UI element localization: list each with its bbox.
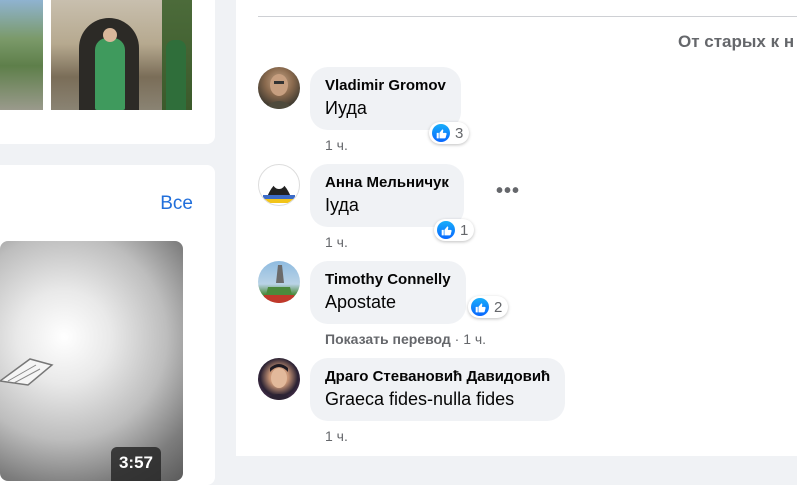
like-icon xyxy=(471,298,489,316)
reactions-count[interactable]: 1 xyxy=(434,219,475,241)
meta-separator: · xyxy=(450,331,464,347)
photo-thumbnail[interactable] xyxy=(51,0,192,110)
comment-text: Иуда xyxy=(325,98,367,118)
divider xyxy=(258,16,797,17)
comment-sort-dropdown[interactable]: От старых к н xyxy=(678,32,794,52)
avatar[interactable] xyxy=(258,67,300,109)
avatar[interactable] xyxy=(258,261,300,303)
video-thumbnail[interactable]: 3:57 xyxy=(0,241,183,481)
comment-text: Іуда xyxy=(325,195,359,215)
reactions-count[interactable]: 3 xyxy=(429,122,470,144)
reactions-number: 3 xyxy=(455,124,464,142)
comment-timestamp[interactable]: 1 ч. xyxy=(325,428,348,444)
comment-meta: Показать перевод · 1 ч. xyxy=(325,331,486,347)
comment-author[interactable]: Timothy Connelly xyxy=(325,270,451,290)
videos-card: Все 3:57 xyxy=(0,165,215,485)
avatar[interactable] xyxy=(258,358,300,400)
comment-bubble: Timothy Connelly Apostate xyxy=(310,261,466,324)
comment-timestamp[interactable]: 1 ч. xyxy=(463,331,486,347)
like-icon xyxy=(432,124,450,142)
hands-image xyxy=(0,358,54,386)
comment-author[interactable]: Драго Стевановић Давидовић xyxy=(325,367,550,387)
reactions-number: 2 xyxy=(494,298,503,316)
more-options-icon[interactable]: ••• xyxy=(496,180,520,203)
avatar[interactable] xyxy=(258,164,300,206)
like-icon xyxy=(437,221,455,239)
comment-meta: 1 ч. xyxy=(325,234,348,250)
comment-bubble: Vladimir Gromov Иуда xyxy=(310,67,461,130)
comment-timestamp[interactable]: 1 ч. xyxy=(325,234,348,250)
video-duration-badge: 3:57 xyxy=(110,447,161,481)
photo-thumbnail[interactable] xyxy=(0,0,43,110)
comment-bubble: Драго Стевановић Давидовић Graeca fides-… xyxy=(310,358,566,421)
comment-text: Apostate xyxy=(325,292,397,312)
comment-bubble: Анна Мельничук Іуда xyxy=(310,164,464,227)
photos-card xyxy=(0,0,215,144)
reactions-number: 1 xyxy=(460,221,469,239)
comment-timestamp[interactable]: 1 ч. xyxy=(325,137,348,153)
show-translation-link[interactable]: Показать перевод xyxy=(325,331,451,347)
comments-panel: От старых к н Vladimir Gromov Иуда 3 1 ч… xyxy=(236,0,797,456)
comment-author[interactable]: Vladimir Gromov xyxy=(325,76,446,96)
comment-meta: 1 ч. xyxy=(325,428,348,444)
comment-text: Graeca fides-nulla fides xyxy=(325,389,515,409)
see-all-link[interactable]: Все xyxy=(160,193,193,215)
comment-author[interactable]: Анна Мельничук xyxy=(325,173,449,193)
comment-meta: 1 ч. xyxy=(325,137,348,153)
reactions-count[interactable]: 2 xyxy=(468,296,509,318)
